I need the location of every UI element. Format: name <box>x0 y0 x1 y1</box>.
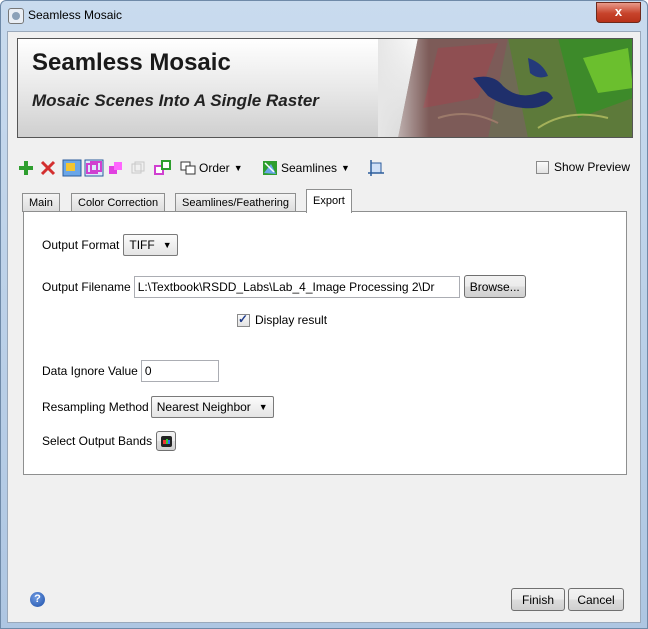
output-format-value: TIFF <box>129 238 155 252</box>
display-result-label: Display result <box>255 313 328 327</box>
crop-icon <box>368 160 384 176</box>
help-icon[interactable]: ? <box>30 592 45 607</box>
browse-button[interactable]: Browse... <box>463 275 526 298</box>
app-icon <box>8 8 24 24</box>
finish-button[interactable]: Finish <box>511 588 565 611</box>
export-panel: Output Format TIFF ▼ Output Filename L:\… <box>23 211 627 475</box>
crop-button[interactable] <box>368 157 384 179</box>
output-format-select[interactable]: TIFF ▼ <box>123 234 178 256</box>
output-filename-field[interactable]: L:\Textbook\RSDD_Labs\Lab_4_Image Proces… <box>133 275 460 298</box>
tab-color-correction[interactable]: Color Correction <box>71 193 166 212</box>
seamlines-icon <box>263 161 277 175</box>
resampling-select[interactable]: Nearest Neighbor ▼ <box>150 396 274 418</box>
chevron-down-icon: ▼ <box>162 240 172 250</box>
dialog-body: Seamless Mosaic Mosaic Scenes Into A Sin… <box>7 31 641 623</box>
show-footprint-button[interactable] <box>84 157 104 179</box>
disabled-layer-button[interactable] <box>130 157 146 179</box>
banner: Seamless Mosaic Mosaic Scenes Into A Sin… <box>17 38 633 138</box>
resampling-label: Resampling Method <box>42 400 149 414</box>
overlap-button[interactable] <box>154 157 172 179</box>
satellite-image <box>378 39 632 137</box>
output-filename-row: Output Filename L:\Textbook\RSDD_Labs\La… <box>42 275 526 298</box>
color-button[interactable] <box>108 157 124 179</box>
resampling-row: Resampling Method Nearest Neighbor ▼ <box>42 396 274 418</box>
dialog-window: Seamless Mosaic x Seamless Mosaic Mosaic… <box>0 0 648 629</box>
add-icon <box>19 161 33 175</box>
output-format-label: Output Format <box>42 238 120 252</box>
output-format-row: Output Format TIFF ▼ <box>42 234 178 256</box>
display-result-checkbox[interactable] <box>237 312 250 327</box>
tab-export[interactable]: Export <box>306 189 352 213</box>
show-preview-toggle[interactable]: Show Preview <box>535 160 630 174</box>
seamlines-dropdown[interactable]: Seamlines ▼ <box>262 157 350 179</box>
remove-icon <box>40 160 56 176</box>
data-ignore-label: Data Ignore Value <box>42 364 138 378</box>
chevron-down-icon: ▼ <box>233 163 243 173</box>
order-dropdown[interactable]: Order ▼ <box>180 157 243 179</box>
tab-seamlines-feathering[interactable]: Seamlines/Feathering <box>175 193 297 212</box>
output-filename-label: Output Filename <box>42 279 131 294</box>
show-preview-label: Show Preview <box>553 160 630 174</box>
toolbar: Order ▼ Seamlines ▼ Show Preview <box>16 157 636 185</box>
chevron-down-icon: ▼ <box>341 163 350 173</box>
chevron-down-icon: ▼ <box>258 402 268 412</box>
disabled-layer-icon <box>131 161 145 174</box>
close-button[interactable]: x <box>596 2 641 23</box>
bands-icon <box>160 435 172 447</box>
cancel-button[interactable]: Cancel <box>568 588 624 611</box>
order-label: Order <box>199 161 230 175</box>
banner-title: Seamless Mosaic <box>32 49 231 76</box>
select-output-bands-button[interactable] <box>156 431 177 451</box>
output-bands-row: Select Output Bands <box>42 431 177 451</box>
output-bands-label: Select Output Bands <box>42 434 153 448</box>
data-ignore-row: Data Ignore Value 0 <box>42 360 219 382</box>
show-footprint-icon <box>84 159 104 177</box>
select-footprint-button[interactable] <box>62 157 82 179</box>
banner-subtitle: Mosaic Scenes Into A Single Raster <box>32 91 319 110</box>
window-title: Seamless Mosaic <box>28 8 123 22</box>
add-scene-button[interactable] <box>18 157 34 179</box>
display-result-row[interactable]: Display result <box>237 312 328 327</box>
tab-main[interactable]: Main <box>22 193 60 212</box>
select-footprint-icon <box>62 159 82 177</box>
color-icon <box>109 162 122 174</box>
title-bar[interactable]: Seamless Mosaic x <box>1 1 647 31</box>
resampling-value: Nearest Neighbor <box>156 400 251 414</box>
data-ignore-field[interactable]: 0 <box>140 360 219 382</box>
show-preview-checkbox[interactable] <box>535 160 549 174</box>
remove-scene-button[interactable] <box>40 157 56 179</box>
overlap-icon <box>154 160 171 175</box>
order-icon <box>180 161 196 175</box>
seamlines-label: Seamlines <box>281 161 338 175</box>
